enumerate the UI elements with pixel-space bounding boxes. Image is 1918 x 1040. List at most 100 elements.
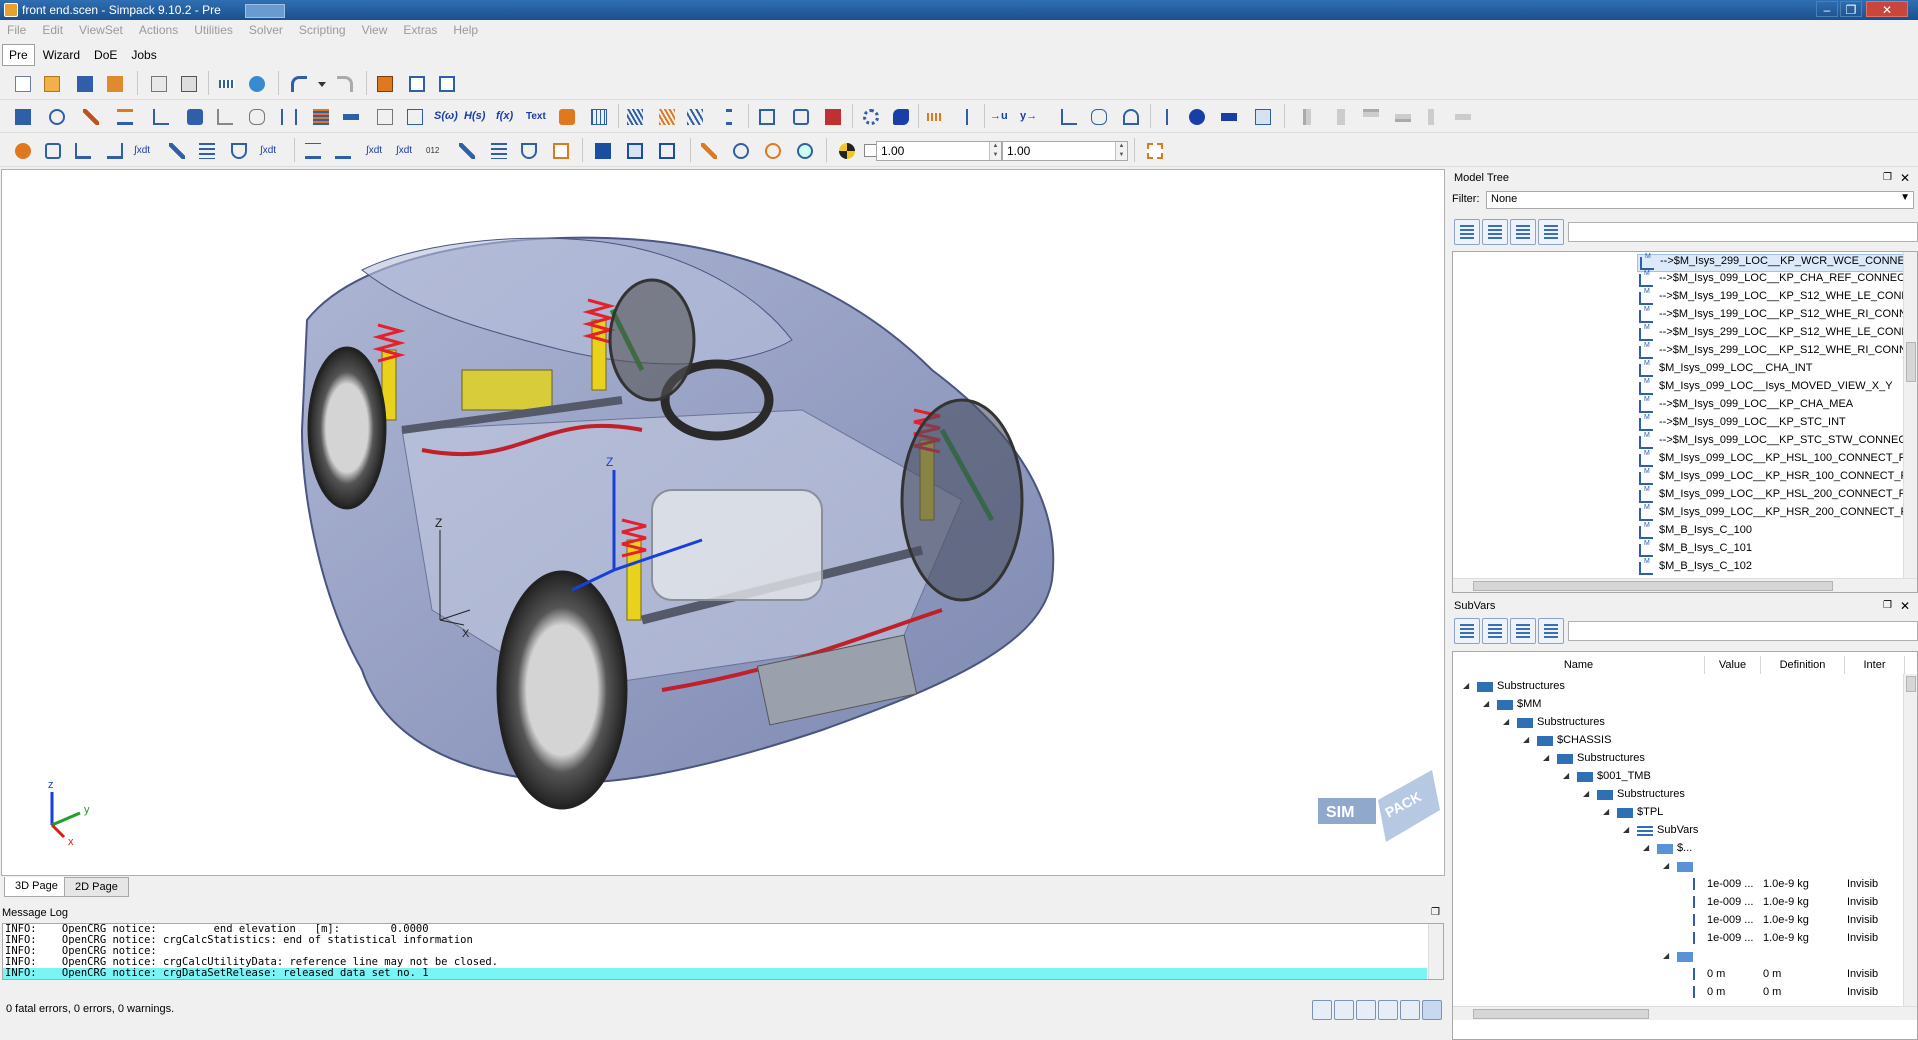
driver-tool[interactable] — [1186, 106, 1208, 128]
tree-node[interactable]: $M_Isys_099_LOC__CHA_INT — [1637, 360, 1812, 380]
tree-node[interactable]: $M_Isys_099_LOC__KP_HSR_100_CONNECT_FR — [1637, 468, 1915, 488]
pencil-tool[interactable] — [698, 140, 720, 162]
tree-node[interactable]: -->$M_Isys_099_LOC__KP_STC_STW_CONNECT — [1637, 432, 1913, 452]
mode-wizard[interactable]: Wizard — [37, 45, 86, 65]
wire-view-button[interactable] — [624, 140, 646, 162]
tree-node[interactable]: -->$M_Isys_099_LOC__KP_CHA_MEA — [1637, 396, 1853, 416]
table-row[interactable]: 1e-009 ... 1.0e-9 kg Invisib — [1453, 912, 1905, 930]
subvars-collapse-all-button[interactable] — [1538, 618, 1564, 644]
spin-arrows[interactable]: ▲ ▼ — [1115, 142, 1127, 160]
view-tool-7[interactable] — [228, 140, 250, 162]
close-icon[interactable]: ✕ — [1900, 171, 1910, 185]
dock-icon[interactable]: ❐ — [1883, 600, 1892, 611]
grid-tool[interactable] — [588, 106, 610, 128]
subvars-hscrollbar[interactable] — [1453, 1006, 1917, 1020]
joint-tool[interactable] — [80, 106, 102, 128]
menu-scripting[interactable]: Scripting — [292, 20, 355, 37]
menu-extras[interactable]: Extras — [396, 20, 446, 37]
cog-marker-button[interactable] — [836, 140, 858, 162]
copy-button[interactable] — [148, 73, 170, 95]
view-tool-3[interactable] — [72, 140, 94, 162]
view-tool-6[interactable] — [196, 140, 218, 162]
save-button[interactable] — [74, 73, 96, 95]
undo-dropdown-button[interactable] — [312, 73, 334, 95]
tree-node[interactable]: $M_Isys_099_LOC__KP_HSR_200_CONNECT_FR — [1637, 504, 1915, 524]
subvars-vscrollbar[interactable] — [1903, 674, 1917, 1006]
column-header-value[interactable]: Value — [1705, 656, 1761, 674]
tree-node[interactable]: $M_Isys_099_LOC__KP_HSL_100_CONNECT_FR — [1637, 450, 1913, 470]
menu-file[interactable]: File — [0, 20, 35, 37]
road-tool[interactable] — [1252, 106, 1274, 128]
chain-tool[interactable] — [278, 106, 300, 128]
hs-button[interactable]: H(s) — [464, 106, 492, 128]
tree-collapse-button[interactable] — [1482, 219, 1508, 245]
model-tree-search-input[interactable] — [1568, 222, 1918, 242]
expression-tool[interactable] — [1058, 106, 1080, 128]
car-model-render[interactable]: Z Z X z y x SIM PACK — [2, 170, 1445, 876]
menu-edit[interactable]: Edit — [35, 20, 72, 37]
curve-tool[interactable] — [374, 106, 396, 128]
subvars-collapse-button[interactable] — [1482, 618, 1508, 644]
output-y-button[interactable]: y→ — [1020, 106, 1046, 128]
menu-utilities[interactable]: Utilities — [187, 20, 242, 37]
body-tool[interactable] — [12, 106, 34, 128]
align-bottom-tool[interactable] — [1392, 106, 1414, 128]
close-button[interactable]: ✕ — [1866, 1, 1908, 17]
close-icon[interactable]: ✕ — [1900, 599, 1910, 613]
scale-spinbox-2[interactable]: 1.00 ▲ ▼ — [1002, 141, 1128, 161]
tyre-tool[interactable] — [556, 106, 578, 128]
tree-node[interactable]: $M_Isys_099_LOC__KP_HSL_200_CONNECT_FR — [1637, 486, 1913, 506]
table-row[interactable]: 1e-009 ... 1.0e-9 kg Invisib — [1453, 876, 1905, 894]
signal-tool[interactable] — [924, 106, 946, 128]
map-tool[interactable] — [1120, 106, 1142, 128]
marker-tool[interactable] — [46, 106, 68, 128]
transparent-view-button[interactable] — [656, 140, 678, 162]
table-row[interactable]: 1e-009 ... 1.0e-9 kg Invisib — [1453, 894, 1905, 912]
tree-node[interactable]: $M_B_Isys_C_101 — [1637, 540, 1752, 560]
integral-tool-4[interactable]: ∫xdt — [396, 140, 418, 162]
mode-jobs[interactable]: Jobs — [125, 45, 162, 65]
bearing-tool[interactable] — [890, 106, 912, 128]
view-tool-2[interactable] — [42, 140, 64, 162]
u-tool[interactable] — [956, 106, 978, 128]
view-tool-1[interactable] — [12, 140, 34, 162]
path-tool[interactable] — [404, 106, 426, 128]
input-tool[interactable] — [214, 106, 236, 128]
refresh-button[interactable] — [246, 73, 268, 95]
view-tool-9[interactable] — [332, 140, 354, 162]
new-file-button[interactable] — [12, 73, 34, 95]
tree-expand-all-button[interactable] — [1510, 219, 1536, 245]
3d-viewport[interactable]: Z Z X z y x SIM PACK — [1, 169, 1445, 876]
menu-viewset[interactable]: ViewSet — [72, 20, 132, 37]
maximize-button[interactable]: ❐ — [1840, 1, 1862, 17]
column-header-name[interactable]: Name — [1453, 656, 1705, 674]
log-edit-button[interactable] — [1400, 1000, 1420, 1020]
log-filter-button[interactable] — [1312, 1000, 1332, 1020]
beam-tool[interactable] — [656, 106, 678, 128]
open-button[interactable] — [41, 73, 63, 95]
scale-spinbox-1[interactable]: 1.00 ▲ ▼ — [876, 141, 1002, 161]
view-tool-11[interactable] — [488, 140, 510, 162]
sensor-tool[interactable] — [184, 106, 206, 128]
log-pause-button[interactable] — [1422, 1000, 1442, 1020]
pillar-tool[interactable] — [718, 106, 740, 128]
antenna-tool[interactable] — [1156, 106, 1178, 128]
tree-node[interactable]: -->$M_Isys_099_LOC__KP_STC_INT — [1637, 414, 1846, 434]
spin-arrows[interactable]: ▲ ▼ — [989, 142, 1001, 160]
column-header-inter[interactable]: Inter — [1845, 656, 1905, 674]
link-tool[interactable] — [340, 106, 362, 128]
view-tool-13[interactable] — [550, 140, 572, 162]
filter-select[interactable]: None ▼ — [1486, 191, 1914, 209]
tree-node[interactable]: -->$M_Isys_199_LOC__KP_S12_WHE_RI_CONN — [1637, 306, 1907, 326]
align-h-tool[interactable] — [1452, 106, 1474, 128]
integral-tool-3[interactable]: ∫xdt — [366, 140, 388, 162]
table-row[interactable]: 0 m 0 m Invisib — [1453, 984, 1905, 1002]
undo-button[interactable] — [288, 73, 310, 95]
align-left-tool[interactable] — [1296, 106, 1318, 128]
tree-node[interactable]: -->$M_Isys_199_LOC__KP_S12_WHE_LE_CONN — [1637, 288, 1909, 308]
fit-view-button[interactable] — [1144, 140, 1166, 162]
scroll-thumb[interactable] — [1473, 1009, 1649, 1019]
redo-button[interactable] — [334, 73, 356, 95]
text-button[interactable]: Text — [526, 106, 554, 128]
gear-tool[interactable] — [860, 106, 882, 128]
